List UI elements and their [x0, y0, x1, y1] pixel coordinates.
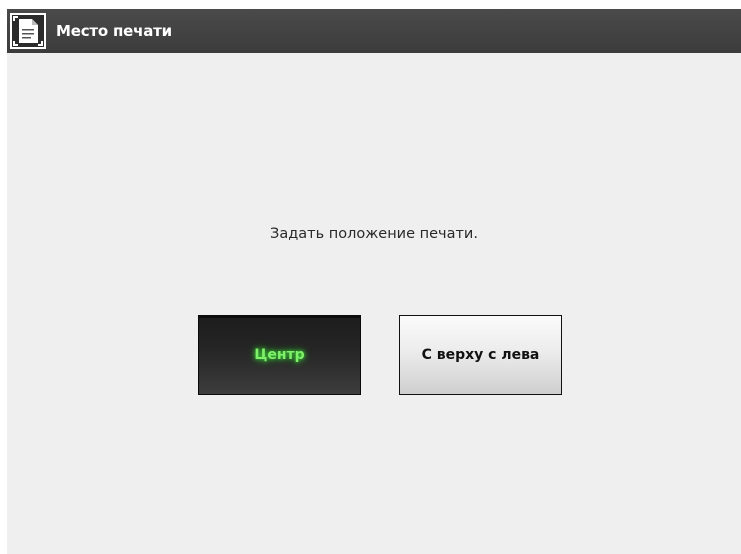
top-left-button[interactable]: С верху с лева	[399, 315, 562, 395]
center-button[interactable]: Центр	[198, 315, 361, 395]
print-position-prompt: Задать положение печати.	[270, 226, 478, 242]
center-button-label: Центр	[254, 347, 305, 363]
title-bar: Место печати	[7, 9, 741, 53]
print-position-window: Место печати Задать положение печати. Це…	[7, 9, 741, 554]
top-left-button-label: С верху с лева	[421, 347, 540, 363]
window-title: Место печати	[56, 22, 172, 40]
document-print-position-icon	[10, 13, 46, 49]
